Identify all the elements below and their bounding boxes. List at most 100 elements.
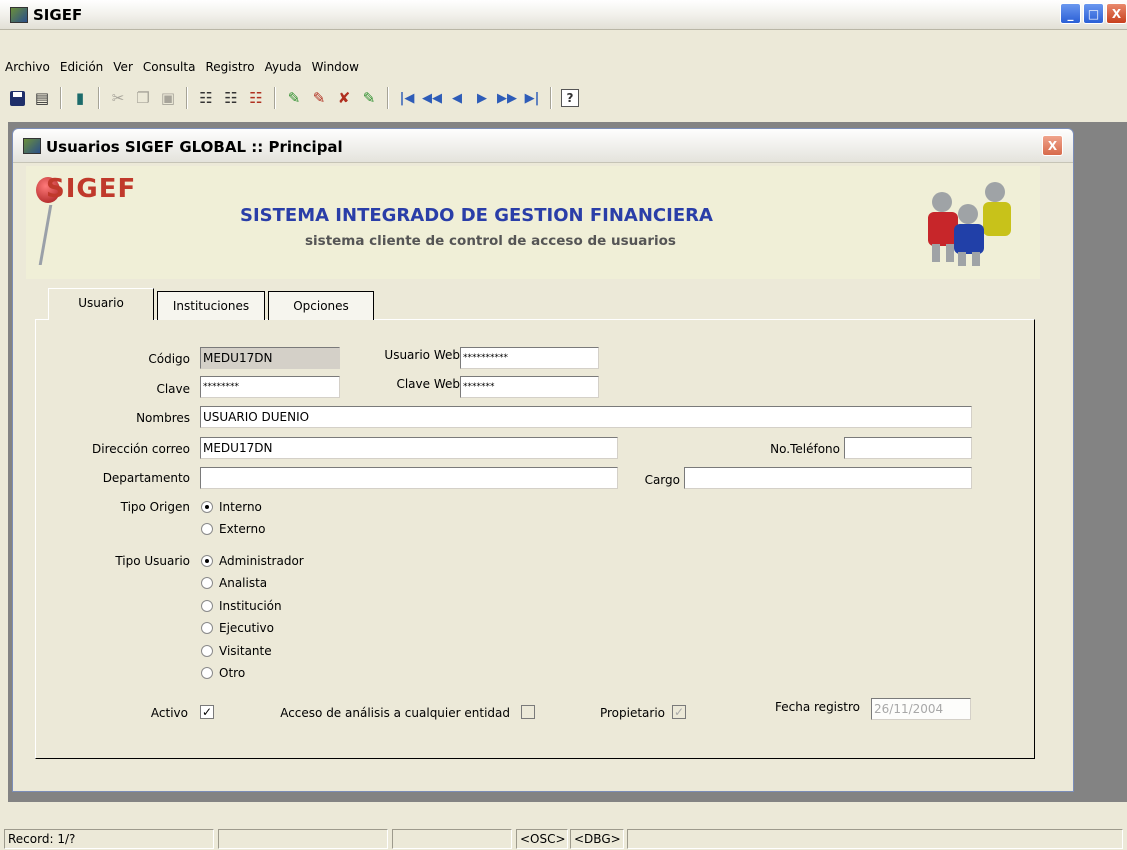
status-osc: <OSC> xyxy=(516,829,568,849)
menu-registro[interactable]: Registro xyxy=(200,57,259,77)
direccion-correo-label: Dirección correo xyxy=(92,442,190,456)
next-block-icon[interactable]: ▶▶ xyxy=(496,87,518,109)
radio-externo[interactable]: Externo xyxy=(201,522,265,536)
next-record-icon[interactable]: ▶ xyxy=(471,87,493,109)
query-cancel-icon[interactable]: ☷ xyxy=(245,87,267,109)
clave-field[interactable]: ******** xyxy=(200,376,340,398)
menu-window[interactable]: Window xyxy=(307,57,364,77)
radio-visitante[interactable]: Visitante xyxy=(201,644,272,658)
window-controls: _ □ X xyxy=(1060,3,1127,24)
radio-otro[interactable]: Otro xyxy=(201,666,245,680)
paste-icon[interactable]: ▣ xyxy=(157,87,179,109)
departamento-label: Departamento xyxy=(102,471,190,485)
app-title-bar[interactable]: SIGEF _ □ X xyxy=(0,0,1127,30)
help-icon[interactable]: ? xyxy=(559,87,581,109)
acceso-analisis-checkbox[interactable] xyxy=(521,705,535,719)
fecha-registro-label: Fecha registro xyxy=(775,700,860,714)
radio-analista[interactable]: Analista xyxy=(201,576,267,590)
status-cell xyxy=(392,829,512,849)
activo-label: Activo xyxy=(150,706,188,720)
codigo-label: Código xyxy=(148,352,190,366)
radio-interno[interactable]: Interno xyxy=(201,500,262,514)
direccion-correo-field[interactable]: MEDU17DN xyxy=(200,437,618,459)
toolbar-separator xyxy=(550,87,552,109)
status-bar: Record: 1/? <OSC> <DBG> xyxy=(0,823,1127,850)
activo-checkbox[interactable]: ✓ xyxy=(200,705,214,719)
last-record-icon[interactable]: ▶| xyxy=(521,87,543,109)
toolbar-separator xyxy=(186,87,188,109)
clave-web-field[interactable]: ******* xyxy=(460,376,599,398)
duplicate-record-icon[interactable]: ✎ xyxy=(358,87,380,109)
app-icon xyxy=(10,7,28,23)
child-title-bar[interactable]: Usuarios SIGEF GLOBAL :: Principal X xyxy=(13,129,1073,163)
toolbar-separator xyxy=(98,87,100,109)
status-cell xyxy=(218,829,388,849)
telefono-label: No.Teléfono xyxy=(770,442,840,456)
maximize-button[interactable]: □ xyxy=(1083,3,1104,24)
tipo-usuario-label: Tipo Usuario xyxy=(115,554,190,568)
clave-web-label: Clave Web xyxy=(396,377,460,391)
radio-button-icon xyxy=(201,555,213,567)
propietario-label: Propietario xyxy=(599,706,665,720)
cargo-label: Cargo xyxy=(644,473,680,487)
radio-institucion[interactable]: Institución xyxy=(201,599,282,613)
departamento-field[interactable] xyxy=(200,467,618,489)
toolbar: ▤ ▮ ✂ ❐ ▣ ☷ ☷ ☷ ✎ ✎ ✘ ✎ |◀ ◀◀ ◀ ▶ ▶▶ ▶| … xyxy=(6,84,584,112)
query-execute-icon[interactable]: ☷ xyxy=(220,87,242,109)
acceso-analisis-label: Acceso de análisis a cualquier entidad xyxy=(280,706,510,720)
cargo-field[interactable] xyxy=(684,467,972,489)
propietario-checkbox[interactable]: ✓ xyxy=(672,705,686,719)
radio-button-icon xyxy=(201,622,213,634)
radio-administrador[interactable]: Administrador xyxy=(201,554,304,568)
menu-edicion[interactable]: Edición xyxy=(55,57,108,77)
banner-title: SISTEMA INTEGRADO DE GESTION FINANCIERA xyxy=(240,205,713,226)
nombres-field[interactable]: USUARIO DUENIO xyxy=(200,406,972,428)
menu-bar: Archivo Edición Ver Consulta Registro Ay… xyxy=(0,57,364,77)
fecha-registro-field[interactable]: 26/11/2004 xyxy=(871,698,971,720)
status-record: Record: 1/? xyxy=(4,829,214,849)
tipo-origen-label: Tipo Origen xyxy=(120,500,190,514)
previous-block-icon[interactable]: ◀◀ xyxy=(421,87,443,109)
tab-instituciones[interactable]: Instituciones xyxy=(157,291,265,320)
tab-usuario[interactable]: Usuario xyxy=(48,288,154,320)
toolbar-separator xyxy=(387,87,389,109)
child-title: Usuarios SIGEF GLOBAL :: Principal xyxy=(46,138,343,156)
toolbar-separator xyxy=(60,87,62,109)
query-icon[interactable]: ☷ xyxy=(195,87,217,109)
app-title: SIGEF xyxy=(33,6,83,24)
telefono-field[interactable] xyxy=(844,437,972,459)
menu-ver[interactable]: Ver xyxy=(108,57,138,77)
delete-record-icon[interactable]: ✎ xyxy=(308,87,330,109)
cut-icon[interactable]: ✂ xyxy=(107,87,129,109)
radio-button-icon xyxy=(201,667,213,679)
child-app-icon xyxy=(23,138,41,154)
insert-record-icon[interactable]: ✎ xyxy=(283,87,305,109)
logo: SIGEF xyxy=(46,174,137,204)
radio-button-icon xyxy=(201,577,213,589)
print-icon[interactable]: ▤ xyxy=(31,87,53,109)
clave-label: Clave xyxy=(156,382,190,396)
radio-button-icon xyxy=(201,501,213,513)
status-dbg: <DBG> xyxy=(570,829,624,849)
nombres-label: Nombres xyxy=(136,411,190,425)
first-record-icon[interactable]: |◀ xyxy=(396,87,418,109)
close-button[interactable]: X xyxy=(1106,3,1127,24)
clear-record-icon[interactable]: ✘ xyxy=(333,87,355,109)
tab-opciones[interactable]: Opciones xyxy=(268,291,374,320)
exit-icon[interactable]: ▮ xyxy=(69,87,91,109)
radio-ejecutivo[interactable]: Ejecutivo xyxy=(201,621,274,635)
codigo-field[interactable]: MEDU17DN xyxy=(200,347,340,369)
users-group-icon xyxy=(928,182,1011,266)
child-close-button[interactable]: X xyxy=(1042,135,1063,156)
radio-button-icon xyxy=(201,645,213,657)
status-cell xyxy=(627,829,1123,849)
copy-icon[interactable]: ❐ xyxy=(132,87,154,109)
save-icon[interactable] xyxy=(6,87,28,109)
menu-ayuda[interactable]: Ayuda xyxy=(260,57,307,77)
usuario-web-label: Usuario Web xyxy=(384,348,460,362)
menu-archivo[interactable]: Archivo xyxy=(0,57,55,77)
usuario-web-field[interactable]: ********** xyxy=(460,347,599,369)
menu-consulta[interactable]: Consulta xyxy=(138,57,201,77)
previous-record-icon[interactable]: ◀ xyxy=(446,87,468,109)
minimize-button[interactable]: _ xyxy=(1060,3,1081,24)
